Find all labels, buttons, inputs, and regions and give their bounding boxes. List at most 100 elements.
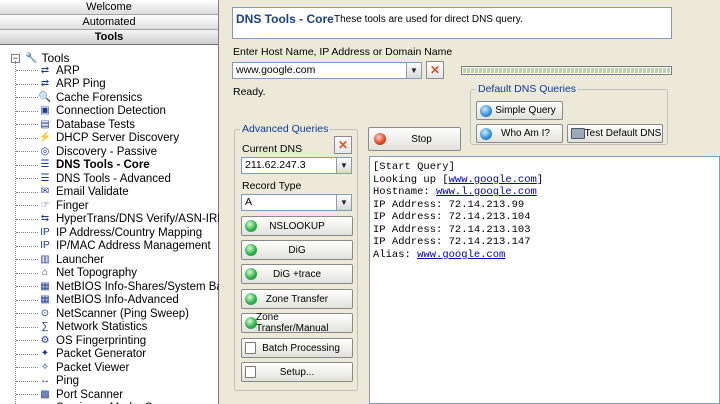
current-dns-label: Current DNS <box>242 143 303 155</box>
sidebar-item-dhcp[interactable]: ⚡ DHCP Server Discovery <box>16 132 179 146</box>
output-link[interactable]: www.google.com <box>417 249 505 261</box>
sidebar-item-ip-country[interactable]: IP IP Address/Country Mapping <box>16 226 202 240</box>
tree-connector <box>16 83 38 85</box>
sidebar-item-label: DNS Tools - Advanced <box>56 172 171 185</box>
sidebar-item-label: Email Validate <box>56 186 129 199</box>
zone-transfer-label: Zone Transfer <box>265 293 329 305</box>
tree-connector <box>16 326 38 328</box>
ip-country-icon: IP <box>40 226 50 238</box>
simple-query-button[interactable]: Simple Query <box>476 101 563 120</box>
tree-connector <box>16 70 38 72</box>
globe-icon <box>245 293 257 305</box>
sidebar-item-ip-mac[interactable]: IP IP/MAC Address Management <box>16 240 211 254</box>
sidebar-item-topography[interactable]: ⌂ Net Topography <box>16 267 137 281</box>
chevron-down-icon[interactable]: ▼ <box>406 63 421 78</box>
clear-dns-button[interactable]: ✕ <box>334 136 352 154</box>
sidebar-item-statistics[interactable]: ∑ Network Statistics <box>16 321 147 335</box>
stop-button[interactable]: Stop <box>368 127 461 151</box>
output-line: Alias: www.google.com <box>373 249 719 262</box>
sidebar-item-dns-core[interactable]: ☰ DNS Tools - Core <box>16 159 150 173</box>
dns-core-icon: ☰ <box>40 159 50 171</box>
netscanner-icon: ⊙ <box>40 307 50 319</box>
dig-button[interactable]: DiG <box>241 240 353 260</box>
automated-button[interactable]: Automated <box>0 15 218 30</box>
dhcp-icon: ⚡ <box>38 132 52 144</box>
host-input[interactable]: www.google.com ▼ <box>232 62 422 79</box>
sidebar-item-label: IP/MAC Address Management <box>56 240 211 253</box>
sidebar-item-label: Net Topography <box>56 267 137 280</box>
output-text: Alias: <box>373 248 418 261</box>
sidebar-item-netbios-advanced[interactable]: ▦ NetBIOS Info-Advanced <box>16 294 179 308</box>
netbios-icon: ▦ <box>40 280 50 292</box>
output-link[interactable]: www.google.com <box>449 174 537 186</box>
sidebar-item-arp-ping[interactable]: ⇄ ARP Ping <box>16 78 106 92</box>
current-dns-value: 211.62.247.3 <box>245 159 306 171</box>
sidebar-item-database[interactable]: ▤ Database Tests <box>16 118 135 132</box>
zone-transfer-manual-button[interactable]: Zone Transfer/Manual <box>241 312 353 334</box>
chevron-down-icon[interactable]: ▼ <box>336 158 351 173</box>
zone-transfer-button[interactable]: Zone Transfer <box>241 289 353 309</box>
sidebar-item-label: Finger <box>56 199 89 212</box>
sidebar-item-label: DHCP Server Discovery <box>56 132 180 145</box>
query-output[interactable]: [Start Query] Looking up [www.google.com]… <box>369 156 720 404</box>
test-default-dns-button[interactable]: Test Default DNS <box>567 124 663 143</box>
tool-header: DNS Tools - Core These tools are used fo… <box>232 7 672 39</box>
sidebar-item-email[interactable]: ✉ Email Validate <box>16 186 129 200</box>
default-dns-legend: Default DNS Queries <box>476 83 579 95</box>
sidebar-item-port-scanner[interactable]: ▩ Port Scanner <box>16 388 123 402</box>
sidebar-item-label: Database Tests <box>56 118 136 131</box>
clear-host-button[interactable]: ✕ <box>426 61 444 79</box>
simple-query-label: Simple Query <box>495 105 556 116</box>
tree-connector <box>16 367 38 369</box>
sidebar-item-dns-advanced[interactable]: ☰ DNS Tools - Advanced <box>16 172 171 186</box>
sidebar-item-netbios[interactable]: ▦ NetBIOS Info-Shares/System Ba <box>16 280 219 294</box>
sidebar-item-packet-viewer[interactable]: ✧ Packet Viewer <box>16 361 129 375</box>
tree-connector <box>16 245 38 247</box>
chevron-down-icon[interactable]: ▼ <box>336 195 351 210</box>
welcome-button[interactable]: Welcome <box>0 0 218 15</box>
statistics-icon: ∑ <box>41 321 49 333</box>
sidebar-item-label: Ping <box>56 375 80 388</box>
sidebar-item-cache-forensics[interactable]: 🔍 Cache Forensics <box>16 91 142 105</box>
stop-icon <box>374 133 386 145</box>
sidebar-item-arp[interactable]: ⇄ ARP <box>16 64 80 78</box>
sidebar-item-finger[interactable]: ☞ Finger <box>16 199 89 213</box>
tree-connector <box>16 313 38 315</box>
output-line: IP Address: 72.14.213.104 <box>373 211 531 223</box>
sidebar-item-connection[interactable]: ▣ Connection Detection <box>16 105 166 119</box>
ip-mac-icon: IP <box>40 240 50 252</box>
sidebar-item-netscanner[interactable]: ⊙ NetScanner (Ping Sweep) <box>16 307 189 321</box>
sidebar-item-discovery[interactable]: ◎ Discovery - Passive <box>16 145 157 159</box>
discovery-icon: ◎ <box>40 145 50 157</box>
tree-connector <box>16 137 38 139</box>
advanced-queries-legend: Advanced Queries <box>240 123 331 135</box>
sidebar-item-os-fingerprint[interactable]: ⚙ OS Fingerprinting <box>16 334 146 348</box>
setup-label: Setup... <box>279 366 315 378</box>
sidebar-item-launcher[interactable]: ▥ Launcher <box>16 253 104 267</box>
tree-root-label: Tools <box>41 51 70 65</box>
nslookup-button[interactable]: NSLOOKUP <box>241 216 353 236</box>
monitor-icon <box>571 127 585 139</box>
who-am-i-button[interactable]: Who Am I? <box>476 124 563 143</box>
x-icon: ✕ <box>337 138 349 152</box>
sidebar: Welcome Automated Tools − 🔧 Tools ⇄ ARP ⇄ A… <box>0 0 219 404</box>
globe-icon <box>480 127 492 140</box>
port-scanner-icon: ▩ <box>40 388 50 400</box>
who-am-i-label: Who Am I? <box>501 128 550 139</box>
batch-processing-button[interactable]: Batch Processing <box>241 338 353 358</box>
sidebar-item-ping[interactable]: ↔ Ping <box>16 375 79 389</box>
sidebar-item-label: Launcher <box>56 253 104 266</box>
tree-connector <box>16 178 38 180</box>
dig-trace-button[interactable]: DiG +trace <box>241 264 353 284</box>
dig-trace-label: DiG +trace <box>272 268 322 280</box>
sidebar-item-hypertrans[interactable]: ⇆ HyperTrans/DNS Verify/ASN-IRF <box>16 213 219 227</box>
tools-button[interactable]: Tools <box>0 30 218 45</box>
setup-button[interactable]: Setup... <box>241 362 353 382</box>
tree-connector <box>16 353 38 355</box>
record-type-select[interactable]: A ▼ <box>241 194 352 211</box>
tree-root-tools[interactable]: − 🔧 Tools <box>11 51 69 65</box>
sidebar-item-packet-generator[interactable]: ✦ Packet Generator <box>16 348 146 362</box>
output-link[interactable]: www.l.google.com <box>436 186 537 198</box>
record-type-value: A <box>245 196 253 208</box>
current-dns-select[interactable]: 211.62.247.3 ▼ <box>241 157 352 174</box>
